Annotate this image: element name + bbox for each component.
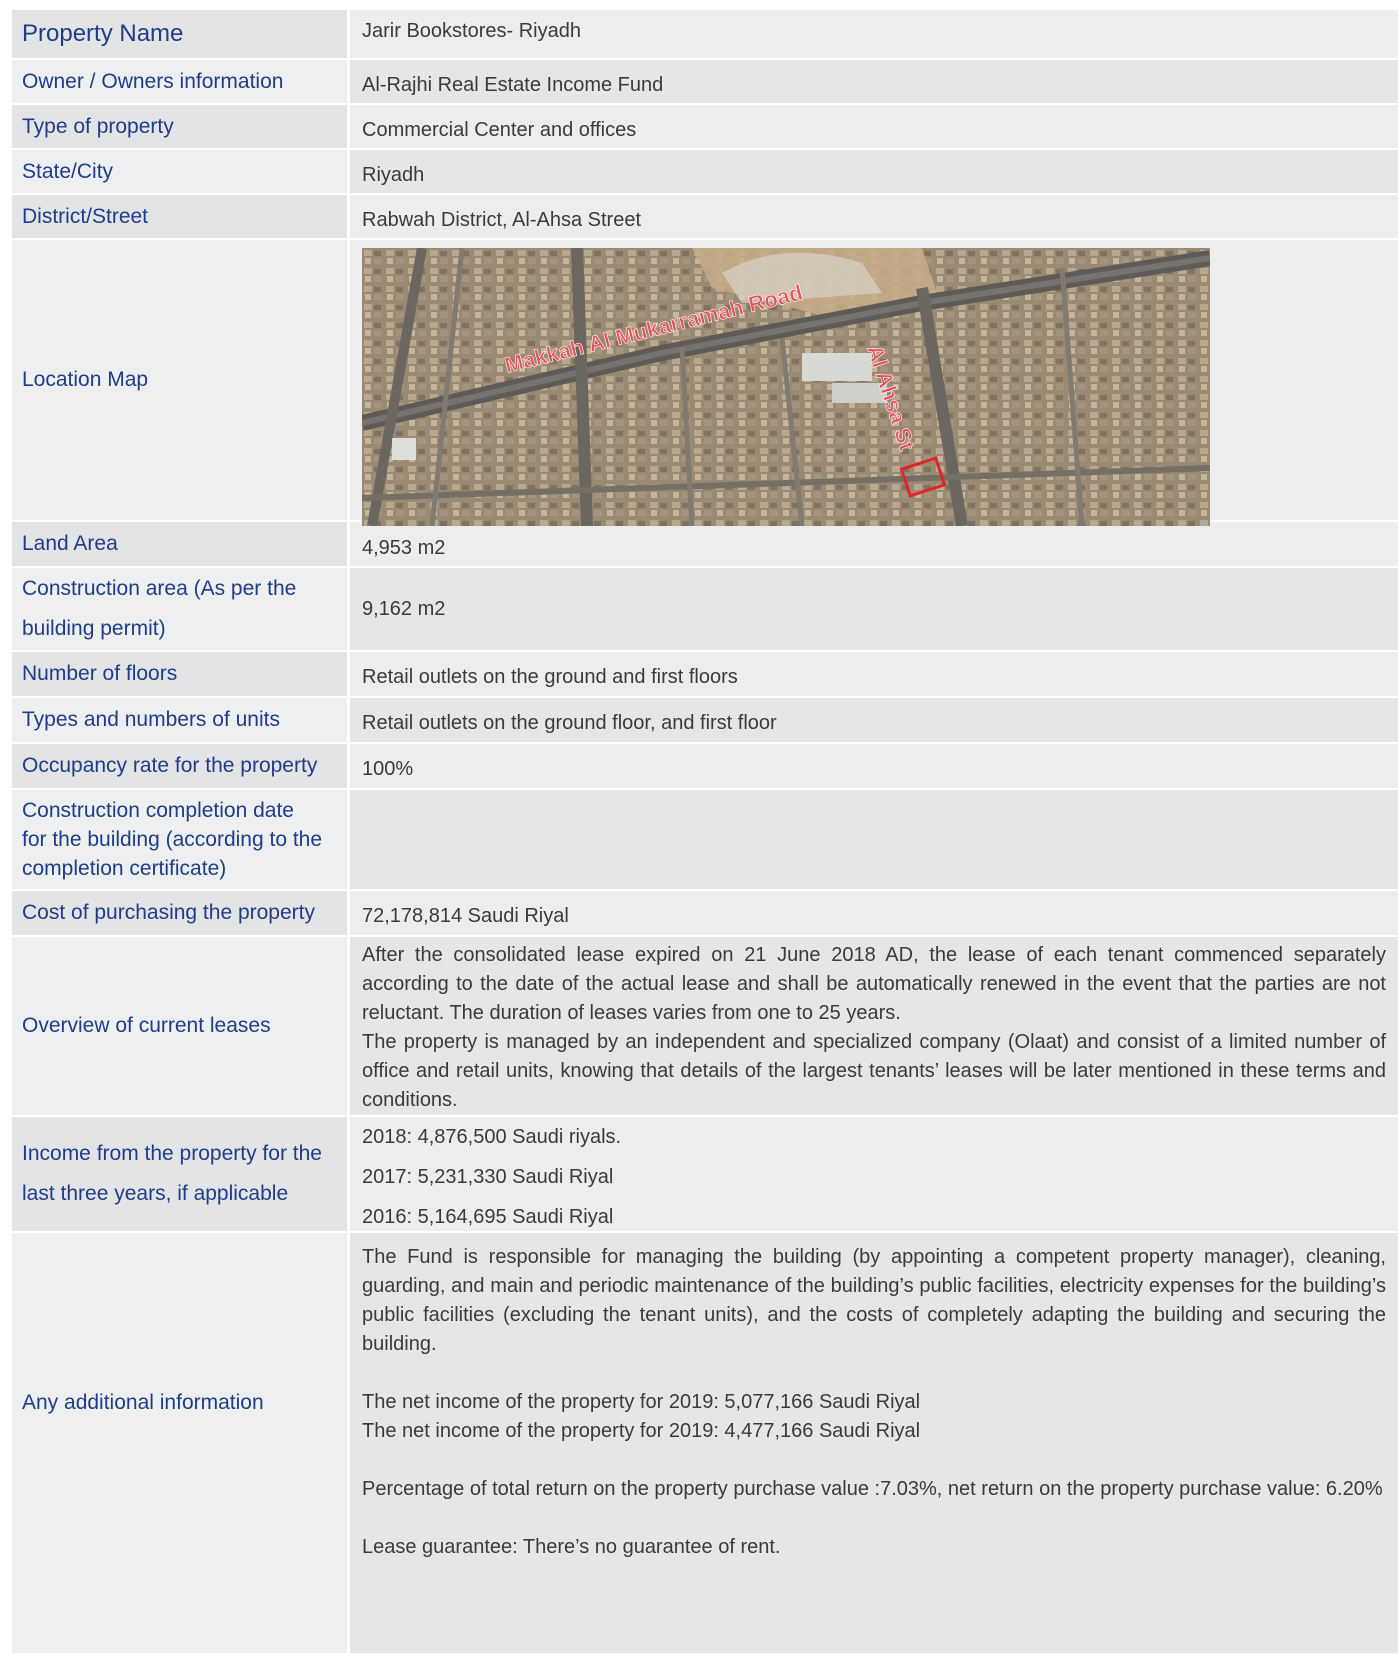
value-type: Commercial Center and offices <box>350 105 1398 148</box>
row-location-map: Location Map Makkah Al Mukarramah Road A… <box>12 240 1398 526</box>
leases-paragraph-1: After the consolidated lease expired on … <box>362 944 1386 1024</box>
value-land-area: 4,953 m2 <box>350 522 1398 566</box>
additional-net-income-1: The net income of the property for 2019:… <box>362 1391 921 1413</box>
row-land-area: Land Area 4,953 m2 <box>12 522 1398 568</box>
value-location-map: Makkah Al Mukarramah Road Al Ahsa St <box>350 240 1398 526</box>
label-construction-area-line-2: building permit) <box>22 617 166 640</box>
label-completion-date: Construction completion date for the bui… <box>12 790 350 889</box>
label-property-name: Property Name <box>12 10 350 58</box>
value-income: 2018: 4,876,500 Saudi riyals. 2017: 5,23… <box>350 1117 1398 1231</box>
income-2018: 2018: 4,876,500 Saudi riyals. <box>362 1126 622 1148</box>
row-additional-info: Any additional information The Fund is r… <box>12 1233 1398 1655</box>
label-purchase-cost: Cost of purchasing the property <box>12 891 350 935</box>
location-map-image: Makkah Al Mukarramah Road Al Ahsa St <box>362 248 1210 526</box>
label-units: Types and numbers of units <box>12 698 350 742</box>
label-income-line-2: last three years, if applicable <box>22 1182 289 1205</box>
value-occupancy: 100% <box>350 744 1398 788</box>
income-2016: 2016: 5,164,695 Saudi Riyal <box>362 1206 614 1228</box>
additional-guarantee: Lease guarantee: There’s no guarantee of… <box>362 1536 781 1558</box>
income-2017: 2017: 5,231,330 Saudi Riyal <box>362 1166 614 1188</box>
label-completion-date-line-3: completion certificate) <box>22 857 227 880</box>
value-property-name: Jarir Bookstores- Riyadh <box>350 10 1398 58</box>
value-construction-area: 9,162 m2 <box>350 568 1398 650</box>
row-completion-date: Construction completion date for the bui… <box>12 790 1398 891</box>
value-leases: After the consolidated lease expired on … <box>350 937 1398 1115</box>
row-purchase-cost: Cost of purchasing the property 72,178,8… <box>12 891 1398 937</box>
additional-return: Percentage of total return on the proper… <box>362 1478 1383 1500</box>
label-district: District/Street <box>12 195 350 238</box>
row-district: District/Street Rabwah District, Al-Ahsa… <box>12 195 1398 240</box>
label-floors: Number of floors <box>12 652 350 696</box>
value-district: Rabwah District, Al-Ahsa Street <box>350 195 1398 238</box>
value-completion-date <box>350 790 1398 889</box>
label-location-map: Location Map <box>12 240 350 520</box>
satellite-map-illustration: Makkah Al Mukarramah Road Al Ahsa St <box>362 248 1210 526</box>
leases-paragraph-2: The property is managed by an independen… <box>362 1031 1386 1111</box>
additional-paragraph-1: The Fund is responsible for managing the… <box>362 1246 1386 1355</box>
value-purchase-cost: 72,178,814 Saudi Riyal <box>350 891 1398 935</box>
value-additional-info: The Fund is responsible for managing the… <box>350 1233 1398 1653</box>
row-type: Type of property Commercial Center and o… <box>12 105 1398 150</box>
row-units: Types and numbers of units Retail outlet… <box>12 698 1398 744</box>
value-owner: Al-Rajhi Real Estate Income Fund <box>350 60 1398 103</box>
row-income: Income from the property for the last th… <box>12 1117 1398 1233</box>
row-state-city: State/City Riyadh <box>12 150 1398 195</box>
label-construction-area-line-1: Construction area (As per the <box>22 577 297 600</box>
label-additional-info: Any additional information <box>12 1233 350 1653</box>
row-occupancy: Occupancy rate for the property 100% <box>12 744 1398 790</box>
additional-net-income-2: The net income of the property for 2019:… <box>362 1420 921 1442</box>
label-owner: Owner / Owners information <box>12 60 350 103</box>
value-units: Retail outlets on the ground floor, and … <box>350 698 1398 742</box>
label-land-area: Land Area <box>12 522 350 566</box>
label-occupancy: Occupancy rate for the property <box>12 744 350 788</box>
value-floors: Retail outlets on the ground and first f… <box>350 652 1398 696</box>
label-leases: Overview of current leases <box>12 937 350 1115</box>
label-completion-date-line-1: Construction completion date <box>22 799 294 822</box>
label-construction-area: Construction area (As per the building p… <box>12 568 350 650</box>
label-completion-date-line-2: for the building (according to the <box>22 828 323 851</box>
row-construction-area: Construction area (As per the building p… <box>12 568 1398 652</box>
row-floors: Number of floors Retail outlets on the g… <box>12 652 1398 698</box>
label-income-line-1: Income from the property for the <box>22 1142 322 1165</box>
value-state-city: Riyadh <box>350 150 1398 193</box>
row-property-name: Property Name Jarir Bookstores- Riyadh <box>12 10 1398 60</box>
label-income: Income from the property for the last th… <box>12 1117 350 1231</box>
row-owner: Owner / Owners information Al-Rajhi Real… <box>12 60 1398 105</box>
label-type: Type of property <box>12 105 350 148</box>
label-state-city: State/City <box>12 150 350 193</box>
property-details-table: Property Name Jarir Bookstores- Riyadh O… <box>12 10 1398 1655</box>
row-leases: Overview of current leases After the con… <box>12 937 1398 1117</box>
